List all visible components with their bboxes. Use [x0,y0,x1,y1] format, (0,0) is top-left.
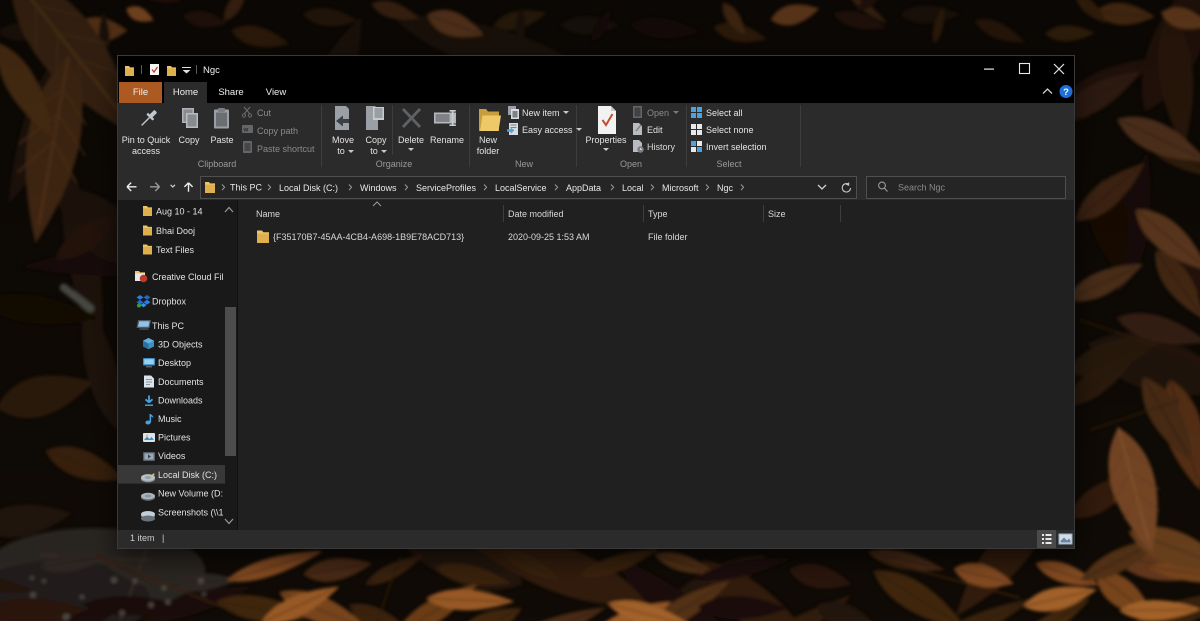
svg-text:Documents: Documents [158,377,204,387]
svg-text:Local Disk (C:): Local Disk (C:) [279,183,338,193]
svg-text:Dropbox: Dropbox [152,297,187,307]
svg-text:This PC: This PC [230,183,263,193]
svg-text:2020-09-25 1:53 AM: 2020-09-25 1:53 AM [508,232,590,242]
svg-text:ServiceProfiles: ServiceProfiles [416,183,477,193]
svg-text:Open: Open [647,108,669,118]
svg-text:Properties: Properties [585,135,627,145]
svg-text:Local Disk (C:): Local Disk (C:) [158,470,217,480]
svg-text:Pin to Quick: Pin to Quick [122,135,171,145]
svg-text:AppData: AppData [566,183,601,193]
svg-text:File folder: File folder [648,232,688,242]
svg-text:Date modified: Date modified [508,209,564,219]
svg-text:Invert selection: Invert selection [706,142,767,152]
svg-text:3D Objects: 3D Objects [158,340,203,350]
svg-text:Move: Move [332,135,354,145]
svg-text:Text Files: Text Files [156,245,195,255]
svg-text:Ngc: Ngc [717,183,734,193]
svg-text:Organize: Organize [376,159,413,169]
svg-text:New: New [479,135,498,145]
svg-text:Select: Select [716,159,742,169]
svg-text:Screenshots (\\1: Screenshots (\\1 [158,508,224,518]
svg-text:Size: Size [768,209,786,219]
svg-text:to: to [337,146,345,156]
svg-text:Pictures: Pictures [158,433,191,443]
svg-text:Local: Local [622,183,644,193]
svg-text:to: to [370,146,378,156]
svg-text:LocalService: LocalService [495,183,547,193]
svg-text:Rename: Rename [430,135,464,145]
svg-text:Microsoft: Microsoft [662,183,699,193]
svg-text:folder: folder [477,146,500,156]
svg-text:{F35170B7-45AA-4CB4-A698-1B9E7: {F35170B7-45AA-4CB4-A698-1B9E78ACD713} [273,232,464,242]
svg-text:access: access [132,146,161,156]
svg-text:Edit: Edit [647,125,663,135]
svg-text:Downloads: Downloads [158,396,203,406]
svg-text:Paste: Paste [210,135,233,145]
svg-text:Paste shortcut: Paste shortcut [257,144,315,154]
svg-text:Select all: Select all [706,108,743,118]
svg-text:New Volume (D:: New Volume (D: [158,489,223,499]
svg-text:Open: Open [620,159,642,169]
svg-text:Bhai Dooj: Bhai Dooj [156,226,195,236]
svg-text:Copy: Copy [178,135,200,145]
svg-text:Name: Name [256,209,280,219]
svg-text:This PC: This PC [152,321,185,331]
svg-text:Creative Cloud Fil: Creative Cloud Fil [152,272,224,282]
svg-text:w: w [243,128,249,134]
svg-text:History: History [647,142,676,152]
svg-text:Ngc: Ngc [203,65,220,76]
svg-text:Music: Music [158,414,182,424]
svg-text:Delete: Delete [398,135,424,145]
svg-text:Search Ngc: Search Ngc [898,183,946,193]
svg-text:Videos: Videos [158,451,186,461]
svg-text:Copy: Copy [365,135,387,145]
svg-text:New item: New item [522,108,560,118]
svg-text:Desktop: Desktop [158,358,191,368]
svg-text:Copy path: Copy path [257,126,298,136]
svg-text:?: ? [1063,87,1069,98]
svg-text:Type: Type [648,209,668,219]
svg-text:Easy access: Easy access [522,125,573,135]
svg-text:Aug 10 - 14: Aug 10 - 14 [156,207,203,217]
svg-text:New: New [515,159,534,169]
svg-text:Windows: Windows [360,183,397,193]
svg-text:Cut: Cut [257,108,272,118]
svg-text:Select none: Select none [706,125,754,135]
svg-text:Clipboard: Clipboard [198,159,237,169]
